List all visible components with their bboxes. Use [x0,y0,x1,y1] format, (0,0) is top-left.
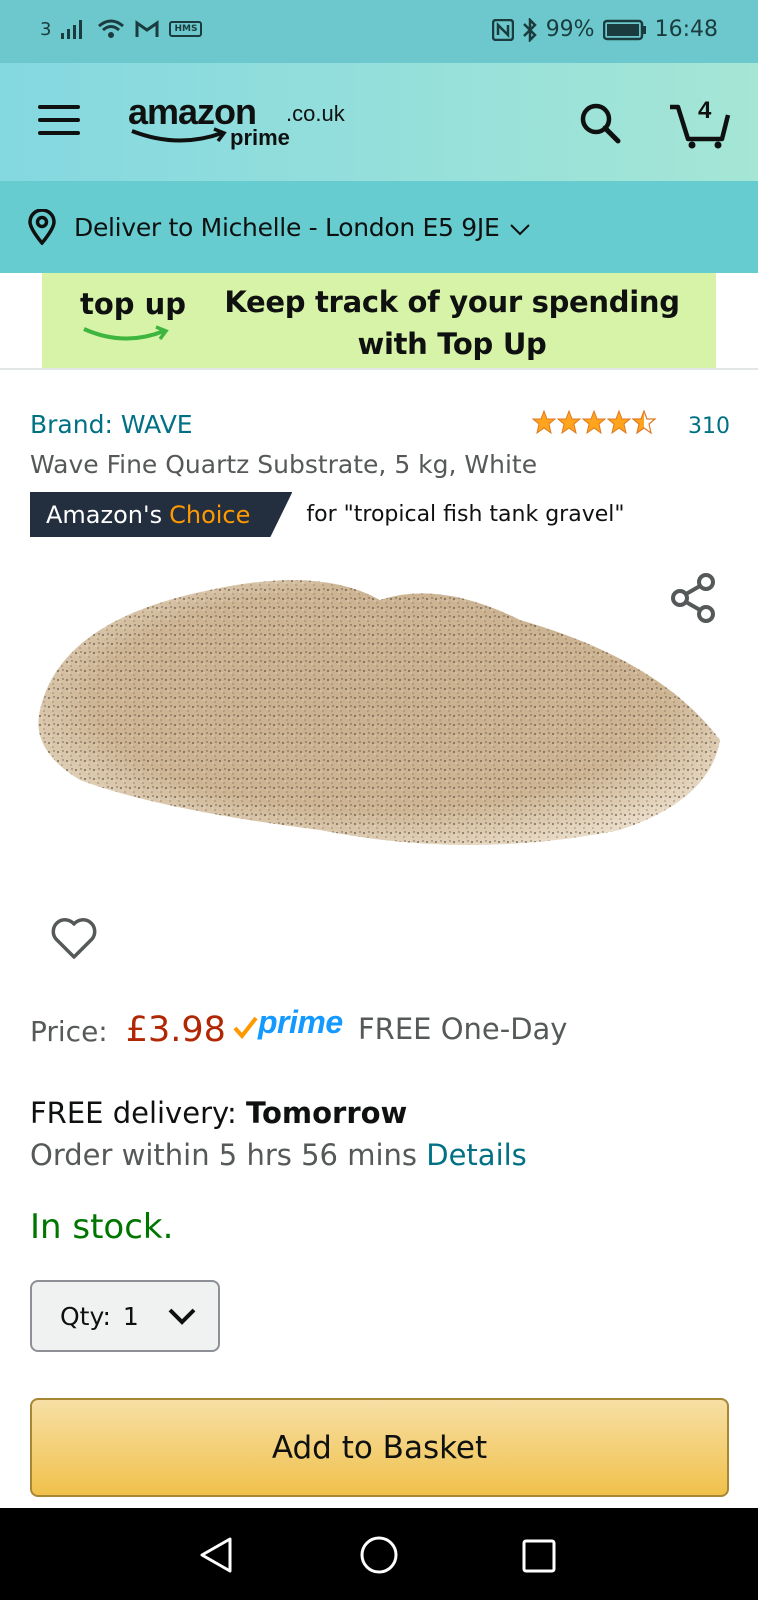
product-title: Wave Fine Quartz Substrate, 5 kg, White [30,450,538,479]
choice-prefix: Amazon's [46,500,163,529]
amazon-prime-logo[interactable]: amazon .co.uk prime [128,91,358,155]
choice-word: Choice [169,500,251,529]
cart-button[interactable]: 4 [668,97,732,151]
home-circle-icon[interactable] [358,1534,400,1576]
star-full-icon [607,410,631,434]
price-label: Price: [30,1015,108,1048]
top-up-banner[interactable]: top up Keep track of your spending with … [42,273,716,368]
share-icon[interactable] [670,572,718,624]
heart-icon[interactable] [50,915,98,961]
search-icon[interactable] [578,101,622,145]
back-triangle-icon[interactable] [198,1536,234,1574]
product-image[interactable] [20,560,740,880]
star-full-icon [582,410,606,434]
rating-count-link[interactable]: 310 [688,414,730,439]
quantity-select[interactable]: Qty: 1 [30,1280,220,1352]
clock: 16:48 [654,17,718,42]
app-header: amazon .co.uk prime 4 [0,63,758,181]
price-value: £3.98 [125,1010,226,1050]
star-rating[interactable] [532,410,656,434]
box-badge: HMS [169,21,203,37]
gmail-icon [135,20,159,37]
recent-square-icon[interactable] [521,1538,557,1574]
logo-tld: .co.uk [286,101,345,126]
banner-message: Keep track of your spending with Top Up [224,285,680,361]
banner-logo: top up [80,287,187,321]
stock-status: In stock. [30,1207,174,1247]
bluetooth-icon [522,17,537,42]
shipping-label: FREE One-Day [358,1012,568,1046]
star-full-icon [557,410,581,434]
wifi-icon [98,19,125,38]
menu-button[interactable] [38,105,80,139]
order-within-line: Order within 5 hrs 56 mins Details [30,1138,527,1172]
banner-smile-icon [83,325,169,341]
prime-label: prime [258,1004,343,1040]
system-nav-bar [0,1508,758,1600]
divider [0,368,758,370]
status-left: 3 HMS [40,18,203,40]
logo-prime: prime [230,125,290,150]
free-delivery-prefix: FREE delivery: [30,1096,237,1130]
cart-count: 4 [698,97,712,124]
free-delivery-line: FREE delivery: Tomorrow [30,1096,407,1130]
qty-label: Qty: [60,1301,111,1331]
signal-icon [61,20,83,39]
carrier-slot: 3 [40,18,52,40]
amazons-choice: Amazon's Choice for "tropical fish tank … [30,492,624,537]
hamburger-icon [38,105,80,109]
choice-badge: Amazon's Choice [30,492,292,537]
location-pin-icon [28,209,56,245]
smile-logo-icon [131,127,227,143]
qty-value: 1 [122,1301,139,1331]
price-row: Price: £3.98 [30,1010,226,1050]
check-icon [233,1016,258,1040]
deliver-address: Deliver to Michelle - London E5 9JE [74,212,500,242]
chevron-down-icon [168,1308,196,1325]
free-delivery-day: Tomorrow [246,1096,408,1130]
order-within-text: Order within 5 hrs 56 mins [30,1138,418,1172]
star-full-icon [532,410,556,434]
chevron-down-icon [510,224,531,236]
prime-badge: prime [232,1004,343,1044]
status-bar: 3 HMS 99% 16:48 [0,0,758,63]
choice-keyword: for "tropical fish tank gravel" [306,502,625,527]
brand-link[interactable]: Brand: WAVE [30,410,193,439]
star-half-icon [632,410,656,434]
details-link[interactable]: Details [426,1138,527,1172]
nfc-icon [491,18,514,41]
deliver-to-bar[interactable]: Deliver to Michelle - London E5 9JE [0,181,758,273]
battery-percent: 99% [545,17,595,42]
battery-icon [602,19,646,40]
add-to-basket-button[interactable]: Add to Basket [30,1398,729,1497]
status-right: 99% 16:48 [491,17,718,42]
